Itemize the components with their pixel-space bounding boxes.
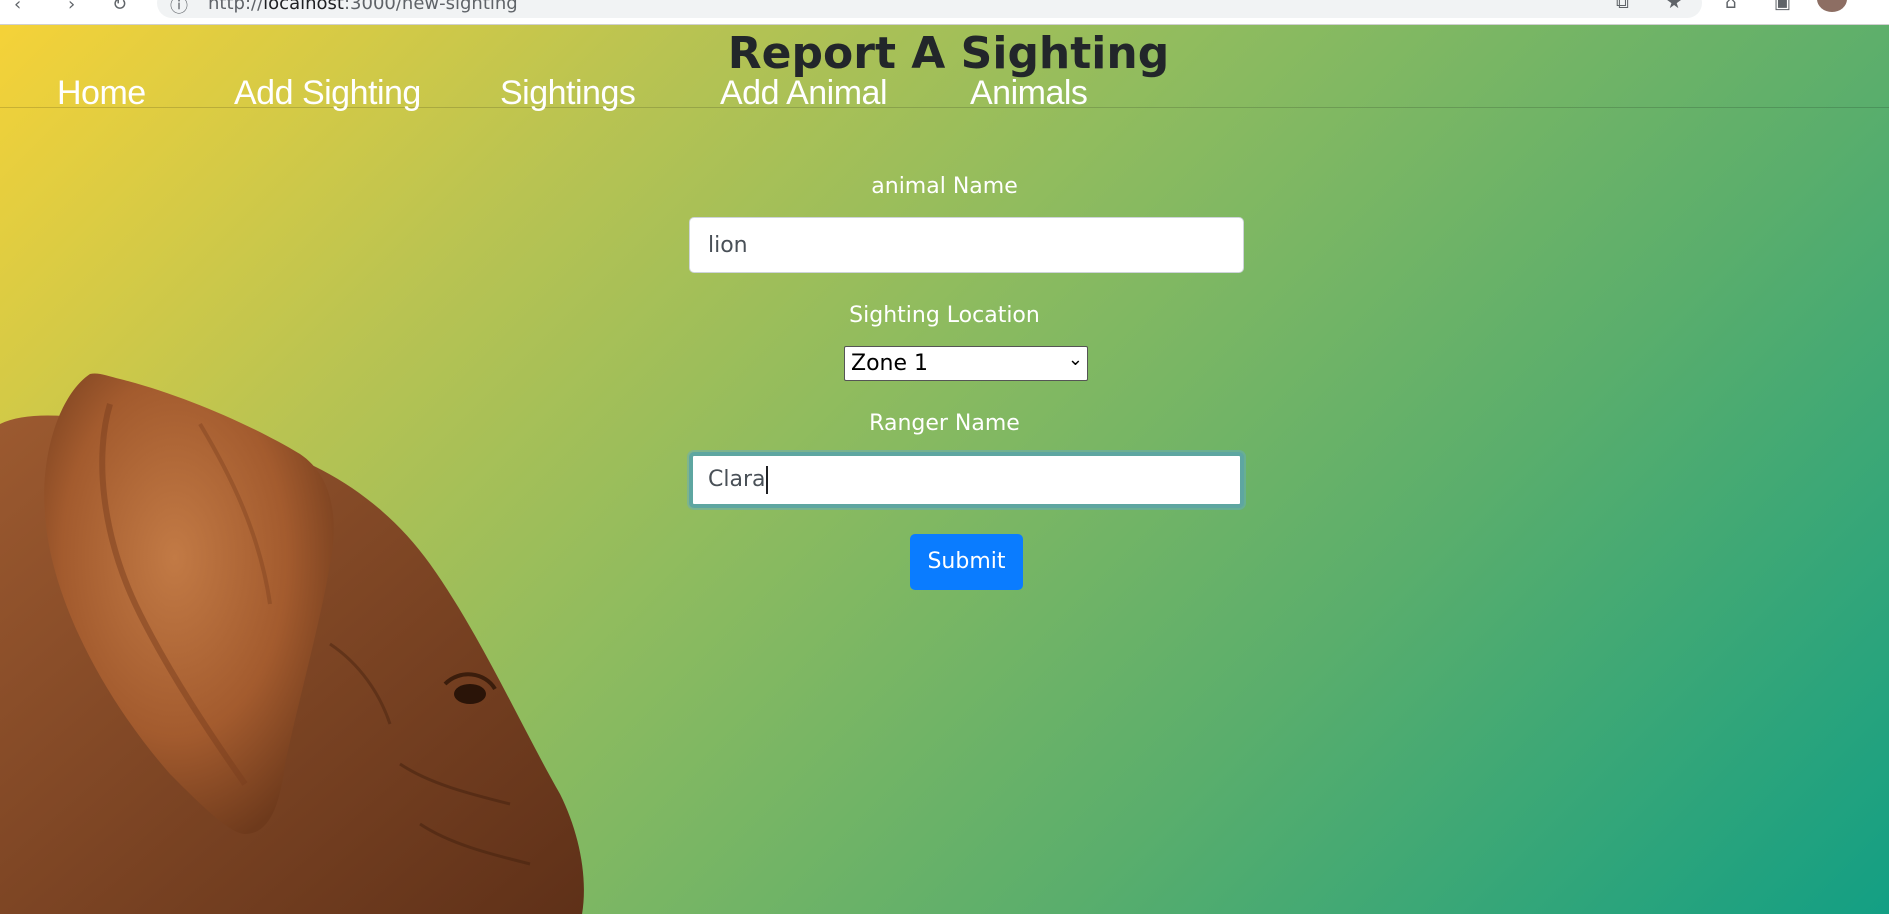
tab-search-icon[interactable]: ▣ — [1774, 0, 1791, 13]
ranger-name-label: Ranger Name — [869, 411, 1020, 436]
site-info-icon[interactable]: ⓘ — [170, 0, 188, 18]
text-caret — [766, 466, 769, 494]
chevron-down-icon: ⌄ — [1067, 349, 1083, 370]
elephant-image — [0, 373, 584, 914]
profile-avatar[interactable] — [1817, 0, 1847, 12]
install-app-icon[interactable]: ⧉ — [1616, 0, 1629, 13]
animal-name-input[interactable] — [689, 217, 1244, 273]
page-title: Report A Sighting — [727, 28, 1170, 79]
back-arrow-icon[interactable]: ‹ — [14, 0, 21, 15]
sighting-location-label: Sighting Location — [849, 303, 1040, 328]
nav-item-animals[interactable]: Animals — [970, 74, 1088, 113]
reload-icon[interactable]: ↻ — [112, 0, 127, 15]
url-text[interactable]: http://localhost:3000/new-sighting — [208, 0, 518, 14]
forward-arrow-icon[interactable]: › — [68, 0, 75, 15]
ranger-name-input[interactable]: Clara — [689, 452, 1244, 508]
nav-item-sightings[interactable]: Sightings — [500, 74, 636, 113]
bookmark-star-icon[interactable]: ★ — [1666, 0, 1682, 13]
extensions-icon[interactable]: ⌂ — [1725, 0, 1736, 13]
sighting-location-select[interactable]: Zone 1 ⌄ — [844, 346, 1088, 381]
submit-button[interactable]: Submit — [910, 534, 1023, 590]
nav-item-home[interactable]: Home — [57, 74, 146, 113]
sighting-location-selected: Zone 1 — [851, 351, 928, 376]
page-background: Report A Sighting Home Add Sighting Sigh… — [0, 24, 1889, 914]
ranger-name-value: Clara — [708, 467, 766, 492]
animal-name-label: animal Name — [871, 174, 1018, 199]
nav-item-add-sighting[interactable]: Add Sighting — [234, 74, 421, 113]
browser-toolbar: ‹ › ↻ ⓘ http://localhost:3000/new-sighti… — [0, 0, 1889, 25]
nav-item-add-animal[interactable]: Add Animal — [720, 74, 888, 113]
